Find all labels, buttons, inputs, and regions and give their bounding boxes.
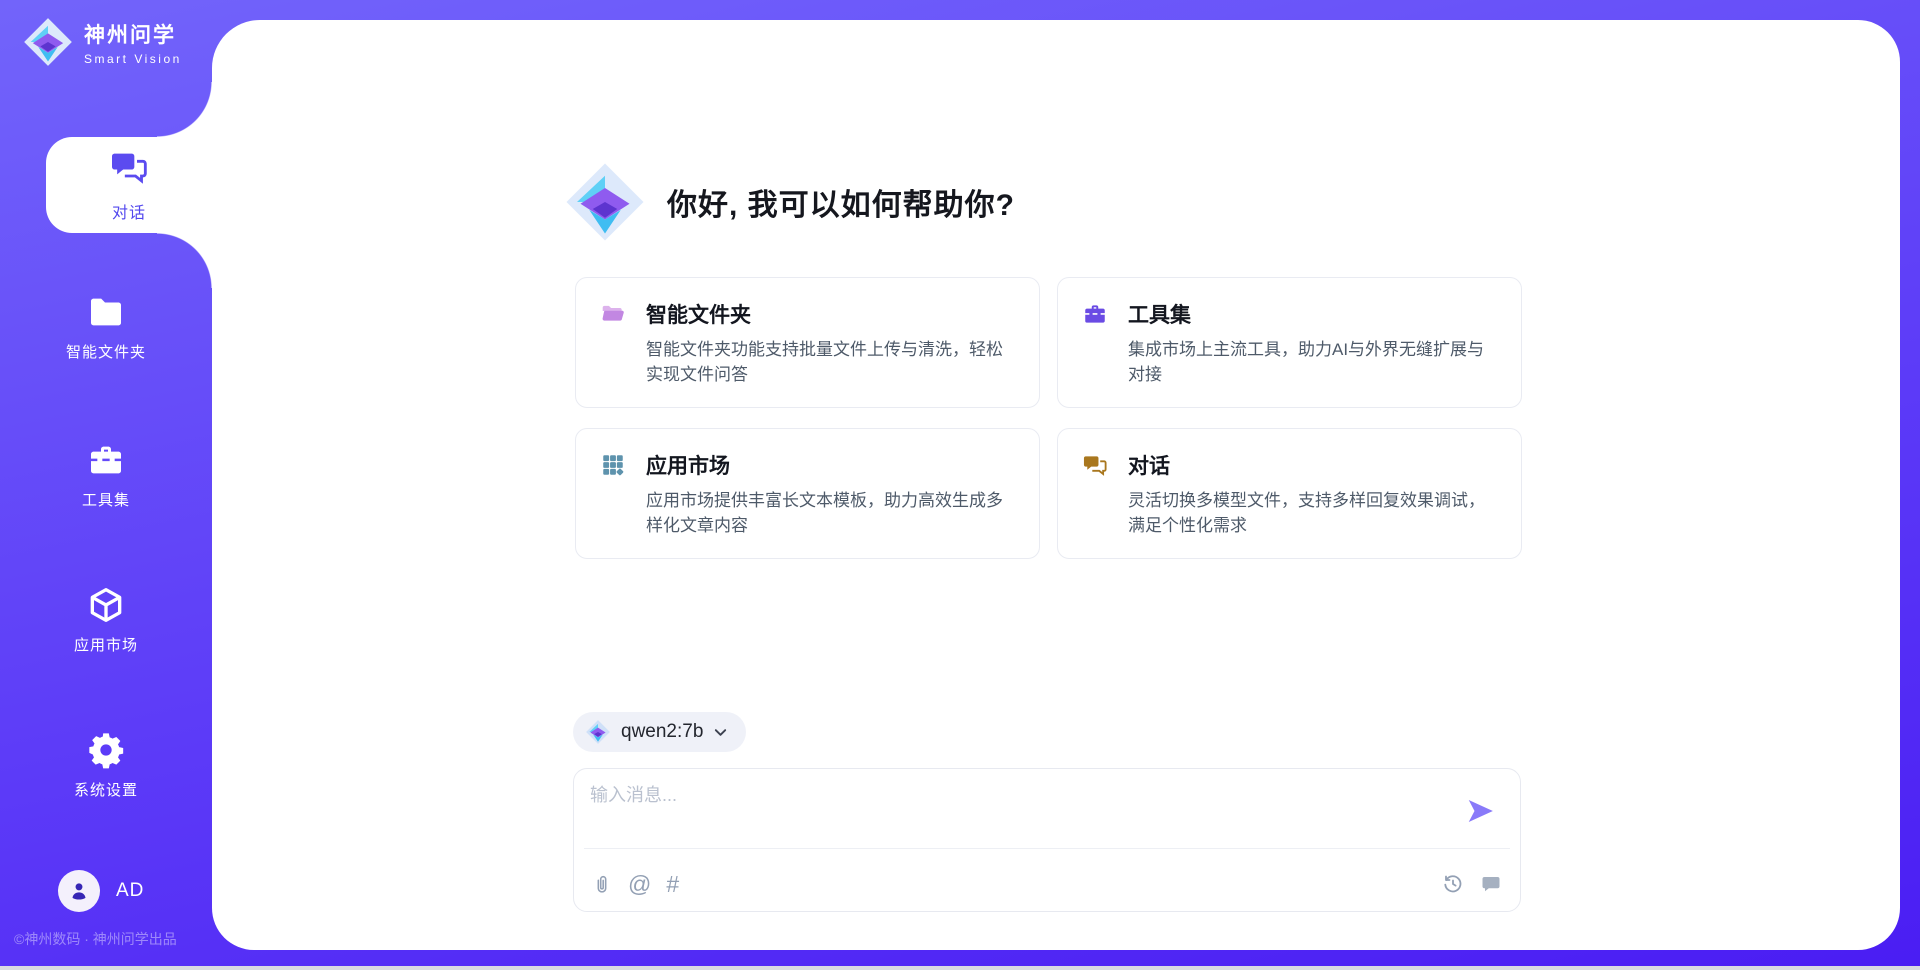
sidebar-item-label: 应用市场 [74, 634, 138, 655]
card-description: 应用市场提供丰富长文本模板，助力高效生成多样化文章内容 [646, 488, 1015, 538]
greeting-text: 你好, 我可以如何帮助你? [667, 180, 1015, 224]
sidebar-item-chat[interactable]: 对话 [46, 137, 212, 233]
sidebar-item-app-market[interactable]: 应用市场 [0, 585, 212, 655]
tab-fillet-bottom [157, 233, 212, 288]
chat-history-button[interactable] [1479, 872, 1503, 896]
composer-divider [584, 848, 1510, 849]
brand[interactable]: 神州问学 Smart Vision [22, 16, 182, 68]
mention-button[interactable]: @ [628, 873, 651, 896]
card-title: 工具集 [1128, 299, 1191, 329]
card-app-market[interactable]: 应用市场 应用市场提供丰富长文本模板，助力高效生成多样化文章内容 [575, 428, 1040, 559]
card-chat[interactable]: 对话 灵活切换多模型文件，支持多样回复效果调试，满足个性化需求 [1057, 428, 1522, 559]
feature-cards: 智能文件夹 智能文件夹功能支持批量文件上传与清洗，轻松实现文件问答 工具集 集成… [575, 277, 1522, 559]
copyright: ©神州数码 · 神州问学出品 [14, 929, 177, 949]
sidebar-item-smart-folder[interactable]: 智能文件夹 [0, 292, 212, 362]
sidebar-item-toolset[interactable]: 工具集 [0, 440, 212, 510]
user-name: AD [116, 880, 144, 902]
model-selector[interactable]: qwen2:7b [573, 712, 746, 752]
brand-name: 神州问学 [84, 19, 182, 49]
cube-icon [86, 585, 126, 625]
brand-diamond-icon [22, 16, 74, 68]
chat-bubble-icon [1479, 872, 1503, 896]
sidebar-item-label: 对话 [112, 199, 146, 223]
greeting-diamond-icon [563, 160, 647, 244]
avatar [58, 870, 100, 912]
card-description: 灵活切换多模型文件，支持多样回复效果调试，满足个性化需求 [1128, 488, 1497, 538]
card-description: 集成市场上主流工具，助力AI与外界无缝扩展与对接 [1128, 337, 1497, 387]
chat-icon [109, 147, 149, 192]
greeting: 你好, 我可以如何帮助你? [563, 160, 1015, 244]
chat-icon [1082, 452, 1108, 478]
sidebar-item-label: 系统设置 [74, 779, 138, 800]
card-title: 智能文件夹 [646, 299, 751, 329]
window-bottom-edge [0, 966, 1920, 970]
sidebar-item-label: 智能文件夹 [66, 341, 146, 362]
sidebar-item-label: 工具集 [82, 489, 130, 510]
history-icon [1441, 872, 1465, 896]
app-window: 神州问学 Smart Vision 对话 智能文件夹 工具集 [0, 0, 1920, 970]
card-toolset[interactable]: 工具集 集成市场上主流工具，助力AI与外界无缝扩展与对接 [1057, 277, 1522, 408]
gear-icon [86, 730, 126, 770]
card-title: 应用市场 [646, 450, 730, 480]
brand-subtitle: Smart Vision [84, 52, 182, 66]
attach-button[interactable] [591, 874, 613, 896]
history-button[interactable] [1441, 872, 1465, 896]
toolbox-icon [86, 440, 126, 480]
tab-fillet-top [157, 82, 212, 137]
model-diamond-icon [585, 719, 611, 745]
message-input[interactable] [590, 781, 1450, 839]
card-description: 智能文件夹功能支持批量文件上传与清洗，轻松实现文件问答 [646, 337, 1015, 387]
folder-icon [600, 301, 626, 327]
toolbox-icon [1082, 301, 1108, 327]
model-name: qwen2:7b [621, 721, 703, 743]
hashtag-button[interactable]: # [666, 873, 679, 896]
paperclip-icon [591, 874, 613, 896]
send-button[interactable] [1466, 795, 1498, 827]
composer: @ # [573, 768, 1521, 912]
folder-icon [86, 292, 126, 332]
grid-icon [600, 452, 626, 478]
card-smart-folder[interactable]: 智能文件夹 智能文件夹功能支持批量文件上传与清洗，轻松实现文件问答 [575, 277, 1040, 408]
user-profile[interactable]: AD [58, 870, 144, 912]
send-icon [1466, 796, 1496, 826]
card-title: 对话 [1128, 450, 1170, 480]
sidebar-item-settings[interactable]: 系统设置 [0, 730, 212, 800]
chevron-down-icon [713, 725, 728, 740]
